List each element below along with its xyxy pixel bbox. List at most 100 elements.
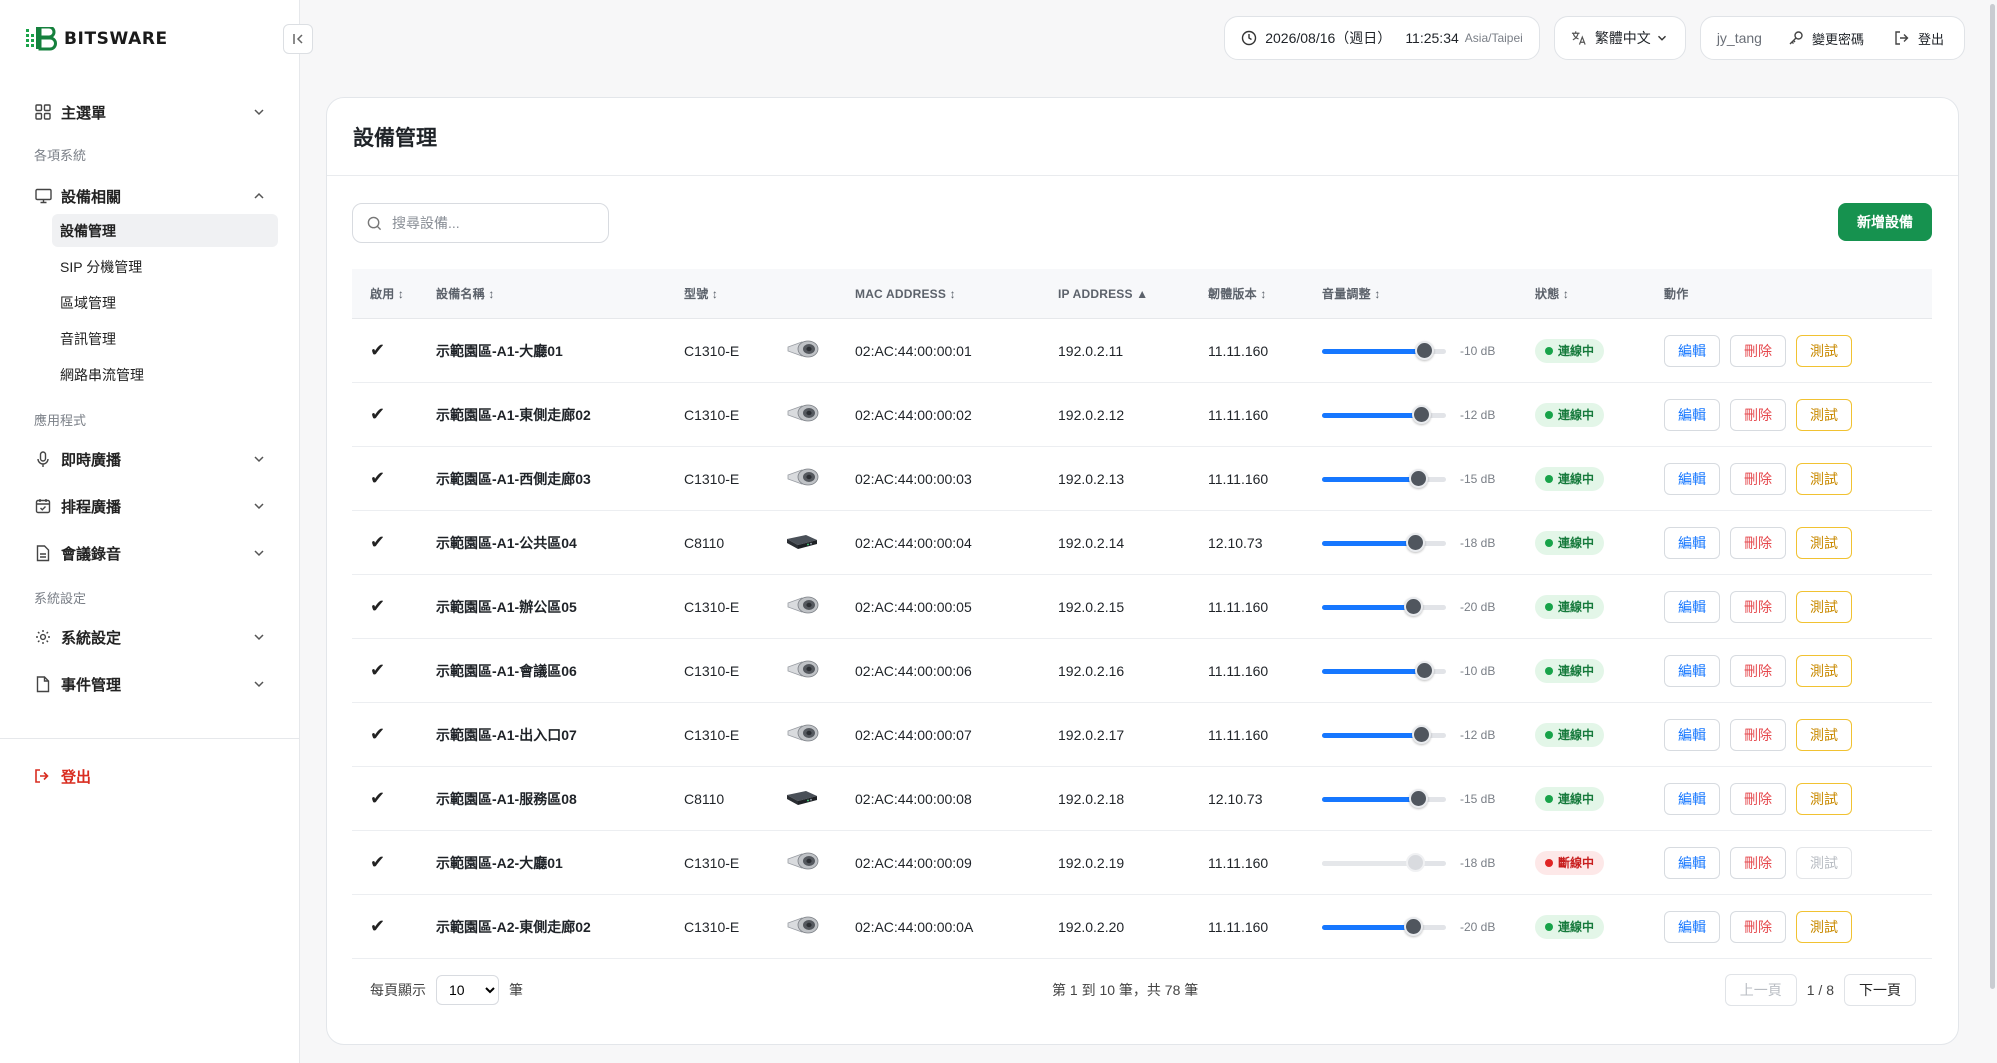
enabled-check-icon[interactable]: ✔ xyxy=(370,532,385,552)
delete-button[interactable]: 刪除 xyxy=(1730,334,1786,367)
sidebar-divider xyxy=(0,738,299,739)
gear-icon xyxy=(34,628,52,646)
edit-button[interactable]: 編輯 xyxy=(1664,846,1720,879)
volume-slider-handle[interactable] xyxy=(1408,468,1428,488)
sidebar-item-audio-management[interactable]: 音訊管理 xyxy=(52,322,278,355)
test-button[interactable]: 測試 xyxy=(1796,462,1852,495)
volume-slider[interactable] xyxy=(1322,916,1446,936)
edit-button[interactable]: 編輯 xyxy=(1664,526,1720,559)
delete-button[interactable]: 刪除 xyxy=(1730,526,1786,559)
volume-slider-handle[interactable] xyxy=(1412,404,1432,424)
test-button[interactable]: 測試 xyxy=(1796,590,1852,623)
volume-slider[interactable] xyxy=(1322,340,1446,360)
volume-slider[interactable] xyxy=(1322,532,1446,552)
volume-slider-handle[interactable] xyxy=(1406,532,1426,552)
enabled-check-icon[interactable]: ✔ xyxy=(370,468,385,488)
volume-slider-handle[interactable] xyxy=(1403,916,1423,936)
delete-button[interactable]: 刪除 xyxy=(1730,398,1786,431)
column-header-enabled[interactable]: 啟用 ↕ xyxy=(352,285,436,302)
enabled-check-icon[interactable]: ✔ xyxy=(370,916,385,936)
edit-button[interactable]: 編輯 xyxy=(1664,462,1720,495)
column-header-volume[interactable]: 音量調整 ↕ xyxy=(1322,285,1535,302)
volume-slider-handle[interactable] xyxy=(1408,788,1428,808)
edit-button[interactable]: 編輯 xyxy=(1664,654,1720,687)
status-label: 連線中 xyxy=(1558,792,1595,806)
delete-button[interactable]: 刪除 xyxy=(1730,590,1786,623)
test-button[interactable]: 測試 xyxy=(1796,398,1852,431)
table-row: ✔ 示範園區-A1-辦公區05 C1310-E 02:AC:44:00:00:05 19… xyxy=(352,575,1932,639)
enabled-check-icon[interactable]: ✔ xyxy=(370,660,385,680)
delete-button[interactable]: 刪除 xyxy=(1730,910,1786,943)
sidebar-item-stream-management[interactable]: 網路串流管理 xyxy=(52,358,278,391)
volume-slider-handle[interactable] xyxy=(1414,660,1434,680)
per-page-select[interactable]: 10 xyxy=(436,975,499,1005)
test-button[interactable]: 測試 xyxy=(1796,654,1852,687)
edit-button[interactable]: 編輯 xyxy=(1664,782,1720,815)
edit-button[interactable]: 編輯 xyxy=(1664,334,1720,367)
search-box[interactable] xyxy=(352,203,609,243)
table-row: ✔ 示範園區-A1-大廳01 C1310-E 02:AC:44:00:00:01 192… xyxy=(352,319,1932,383)
edit-button[interactable]: 編輯 xyxy=(1664,398,1720,431)
column-header-name[interactable]: 設備名稱 ↕ xyxy=(436,285,684,302)
column-header-firmware[interactable]: 韌體版本 ↕ xyxy=(1208,285,1322,302)
test-button[interactable]: 測試 xyxy=(1796,910,1852,943)
test-button[interactable]: 測試 xyxy=(1796,334,1852,367)
test-button[interactable]: 測試 xyxy=(1796,718,1852,751)
sidebar-item-system-settings[interactable]: 系統設定 xyxy=(0,621,299,653)
volume-slider-handle[interactable] xyxy=(1412,724,1432,744)
enabled-check-icon[interactable]: ✔ xyxy=(370,404,385,424)
brand-logo[interactable]: BITSWARE xyxy=(26,24,168,54)
test-button[interactable]: 測試 xyxy=(1796,782,1852,815)
enabled-check-icon[interactable]: ✔ xyxy=(370,852,385,872)
sidebar-item-live-broadcast[interactable]: 即時廣播 xyxy=(0,443,299,475)
page-scrollbar[interactable] xyxy=(1988,0,1997,1063)
volume-slider-handle[interactable] xyxy=(1414,340,1434,360)
delete-button[interactable]: 刪除 xyxy=(1730,846,1786,879)
column-header-mac[interactable]: MAC ADDRESS ↕ xyxy=(855,287,1058,301)
sidebar-item-main-menu[interactable]: 主選單 xyxy=(0,96,299,128)
volume-slider-handle[interactable] xyxy=(1403,596,1423,616)
search-input[interactable] xyxy=(392,215,592,231)
scrollbar-thumb[interactable] xyxy=(1990,4,1995,989)
test-button[interactable]: 測試 xyxy=(1796,526,1852,559)
enabled-check-icon[interactable]: ✔ xyxy=(370,340,385,360)
delete-button[interactable]: 刪除 xyxy=(1730,718,1786,751)
sidebar-item-device-management[interactable]: 設備管理 xyxy=(52,214,278,247)
collapse-sidebar-button[interactable] xyxy=(283,24,313,54)
status-label: 連線中 xyxy=(1558,344,1595,358)
sidebar-item-meeting-recording[interactable]: 會議錄音 xyxy=(0,537,299,569)
next-page-button[interactable]: 下一頁 xyxy=(1844,974,1916,1006)
delete-button[interactable]: 刪除 xyxy=(1730,782,1786,815)
sidebar-item-scheduled-broadcast[interactable]: 排程廣播 xyxy=(0,490,299,522)
enabled-check-icon[interactable]: ✔ xyxy=(370,724,385,744)
sidebar-logout-button[interactable]: 登出 xyxy=(34,766,91,787)
sidebar-item-zone-management[interactable]: 區域管理 xyxy=(52,286,278,319)
add-device-button[interactable]: 新增設備 xyxy=(1838,203,1932,241)
volume-slider[interactable] xyxy=(1322,788,1446,808)
volume-slider[interactable] xyxy=(1322,660,1446,680)
sidebar-item-device-group[interactable]: 設備相關 xyxy=(0,180,299,212)
column-header-model[interactable]: 型號 ↕ xyxy=(684,285,784,302)
prev-page-button[interactable]: 上一頁 xyxy=(1724,974,1797,1006)
delete-button[interactable]: 刪除 xyxy=(1730,654,1786,687)
nav-section-apps: 應用程式 xyxy=(34,412,87,428)
edit-button[interactable]: 編輯 xyxy=(1664,718,1720,751)
column-header-ip[interactable]: IP ADDRESS ▲ xyxy=(1058,287,1208,301)
topbar-logout-button[interactable]: 登出 xyxy=(1894,29,1944,48)
enabled-check-icon[interactable]: ✔ xyxy=(370,596,385,616)
change-password-button[interactable]: 變更密碼 xyxy=(1788,29,1864,48)
delete-button[interactable]: 刪除 xyxy=(1730,462,1786,495)
language-selector[interactable]: 繁體中文 xyxy=(1553,16,1686,60)
enabled-check-icon[interactable]: ✔ xyxy=(370,788,385,808)
volume-slider[interactable] xyxy=(1322,468,1446,488)
edit-button[interactable]: 編輯 xyxy=(1664,590,1720,623)
column-header-status[interactable]: 狀態 ↕ xyxy=(1535,285,1664,302)
edit-button[interactable]: 編輯 xyxy=(1664,910,1720,943)
sidebar-item-sip-extension[interactable]: SIP 分機管理 xyxy=(52,250,278,283)
volume-slider[interactable] xyxy=(1322,596,1446,616)
volume-db-label: -15 dB xyxy=(1460,791,1496,806)
sidebar-item-event-management[interactable]: 事件管理 xyxy=(0,668,299,700)
device-name: 示範園區-A1-會議區06 xyxy=(436,662,577,679)
volume-slider[interactable] xyxy=(1322,404,1446,424)
volume-slider[interactable] xyxy=(1322,724,1446,744)
